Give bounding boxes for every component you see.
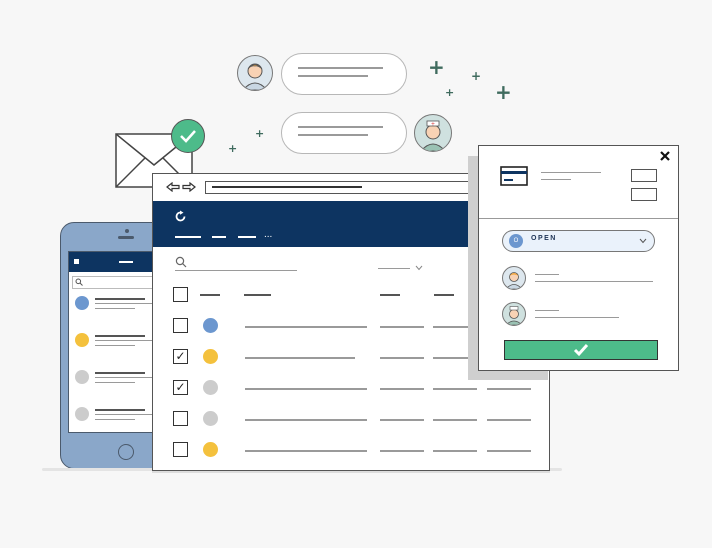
arrow-right-icon[interactable] xyxy=(182,182,196,192)
search-input[interactable] xyxy=(175,270,297,271)
row-checkbox[interactable] xyxy=(173,442,188,457)
check-icon xyxy=(573,344,589,357)
chevron-down-icon xyxy=(639,238,647,244)
nurse-avatar: + xyxy=(414,114,452,152)
nav-item[interactable] xyxy=(238,236,256,238)
sparkle-icon: + xyxy=(471,69,482,83)
popup-divider xyxy=(479,218,678,219)
chat-bubble-patient xyxy=(281,53,407,95)
row-checkbox[interactable] xyxy=(173,318,188,333)
detail-popup: O OPEN xyxy=(478,145,679,371)
search-icon[interactable] xyxy=(175,256,187,268)
sparkle-icon: + xyxy=(228,142,238,155)
close-icon[interactable] xyxy=(660,151,670,161)
phone-home-button[interactable] xyxy=(118,444,134,460)
sparkle-icon: + xyxy=(255,127,265,140)
menu-icon[interactable] xyxy=(74,259,79,264)
nav-item[interactable] xyxy=(212,236,226,238)
search-icon xyxy=(75,278,83,286)
status-dot xyxy=(203,442,218,457)
status-dot xyxy=(75,407,89,421)
sparkle-icon: + xyxy=(495,80,512,104)
sparkle-icon: + xyxy=(428,55,445,79)
popup-field-button[interactable] xyxy=(631,188,657,201)
status-dot xyxy=(75,370,89,384)
row-checkbox[interactable] xyxy=(173,411,188,426)
status-label: OPEN xyxy=(531,235,557,242)
credit-card-icon xyxy=(500,166,528,186)
status-select[interactable]: O OPEN xyxy=(502,230,655,252)
refresh-icon[interactable] xyxy=(175,210,187,223)
filter-dropdown[interactable] xyxy=(378,268,410,269)
select-all-checkbox[interactable] xyxy=(173,287,188,302)
illustration: + + + + + + + ... ✓ ✓ O OPEN xyxy=(0,0,712,548)
status-dot xyxy=(75,333,89,347)
phone-speaker xyxy=(118,236,134,239)
status-dot xyxy=(203,411,218,426)
status-dot xyxy=(203,318,218,333)
nurse-avatar xyxy=(502,302,526,326)
status-dot xyxy=(75,296,89,310)
row-checkbox[interactable]: ✓ xyxy=(173,349,188,364)
check-icon xyxy=(171,119,205,153)
address-bar[interactable] xyxy=(205,181,477,194)
sparkle-icon: + xyxy=(445,86,455,99)
row-checkbox[interactable]: ✓ xyxy=(173,380,188,395)
svg-text:+: + xyxy=(431,122,435,128)
popup-field-button[interactable] xyxy=(631,169,657,182)
arrow-left-icon[interactable] xyxy=(166,182,180,192)
patient-avatar xyxy=(237,55,273,91)
chat-bubble-nurse xyxy=(281,112,407,154)
status-dot xyxy=(203,380,218,395)
nav-more[interactable]: ... xyxy=(264,229,272,240)
chevron-down-icon[interactable] xyxy=(415,265,423,271)
patient-avatar xyxy=(502,266,526,290)
nav-item[interactable] xyxy=(175,236,201,238)
status-dot xyxy=(203,349,218,364)
status-badge: O xyxy=(509,234,523,248)
confirm-button[interactable] xyxy=(504,340,658,360)
phone-camera xyxy=(125,229,129,233)
